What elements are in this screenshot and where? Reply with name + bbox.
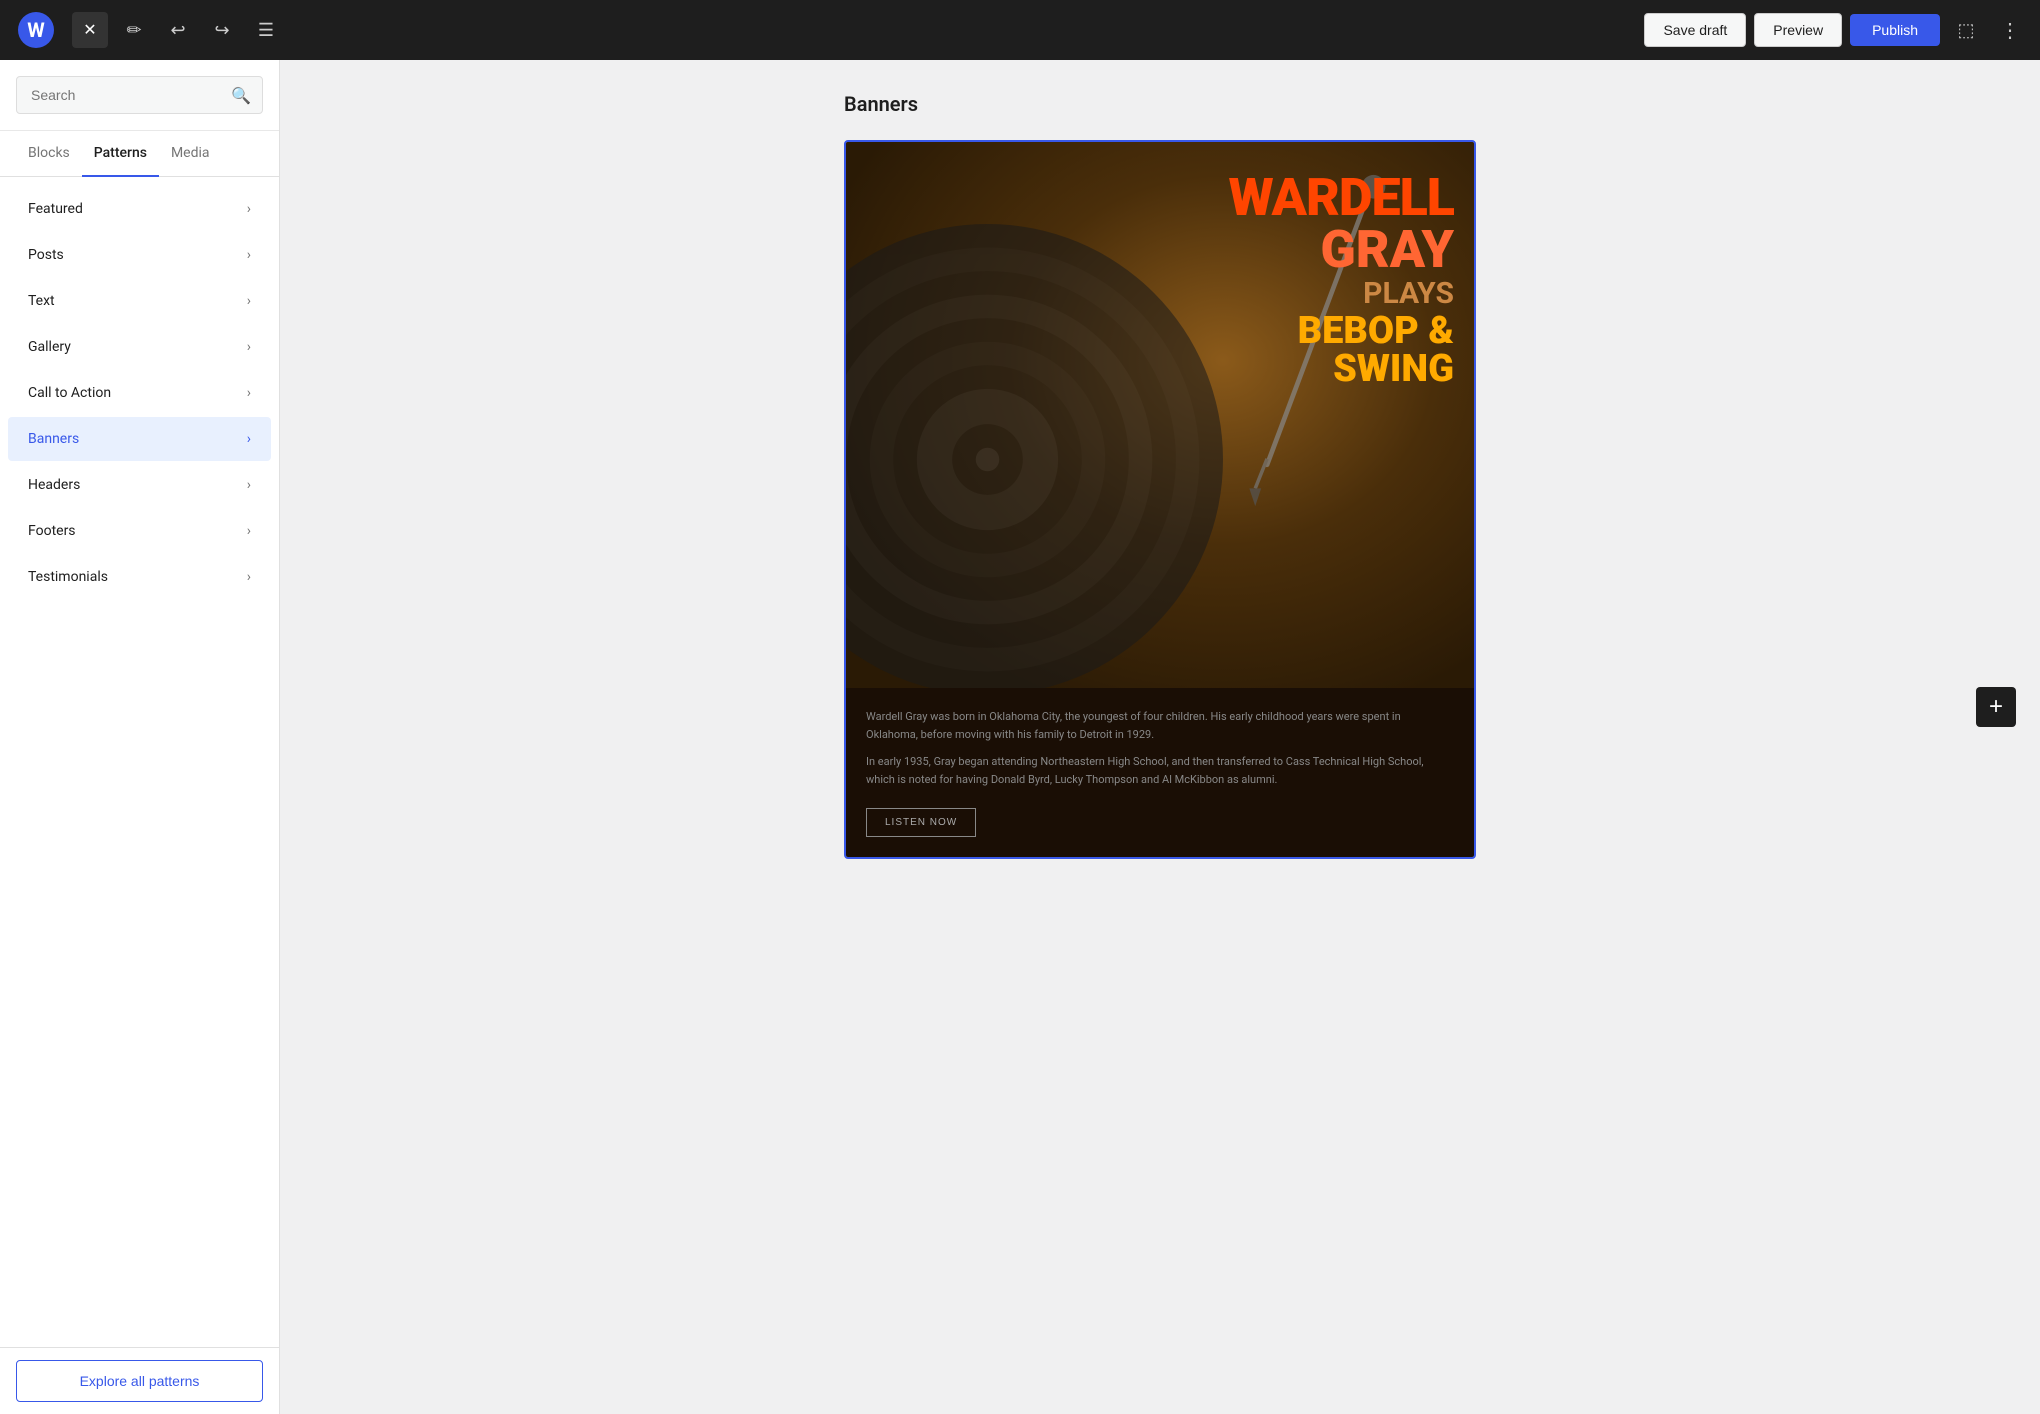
sidebar-item-headers[interactable]: Headers › <box>8 463 271 507</box>
chevron-right-icon: › <box>247 339 251 355</box>
banner-card[interactable]: WARDELL GRAY PLAYS BEBOP & SWING Wardell… <box>844 140 1476 859</box>
chevron-right-icon: › <box>247 293 251 309</box>
chevron-right-icon: › <box>247 523 251 539</box>
search-bar-area: 🔍 <box>0 60 279 131</box>
tab-media[interactable]: Media <box>159 131 222 177</box>
edit-tool-button[interactable]: ✏ <box>116 12 152 48</box>
page-title: Banners <box>844 92 1476 116</box>
sidebar-toggle-icon: ⬚ <box>1957 20 1974 41</box>
sidebar-item-banners[interactable]: Banners › <box>8 417 271 461</box>
banner-text-overlay: WARDELL GRAY PLAYS BEBOP & SWING <box>846 142 1474 408</box>
swing-text: SWING <box>866 350 1454 388</box>
search-input[interactable] <box>16 76 263 114</box>
bebop-text: BEBOP & <box>866 312 1454 350</box>
chevron-right-icon: › <box>247 201 251 217</box>
plus-icon: + <box>1989 693 2003 721</box>
sidebar-item-footers[interactable]: Footers › <box>8 509 271 553</box>
tab-blocks[interactable]: Blocks <box>16 131 82 177</box>
save-draft-button[interactable]: Save draft <box>1644 13 1746 47</box>
undo-icon: ↩ <box>170 20 185 41</box>
chevron-right-icon: › <box>247 569 251 585</box>
banner-description-para1: Wardell Gray was born in Oklahoma City, … <box>866 708 1454 743</box>
explore-patterns-area: Explore all patterns <box>0 1347 279 1414</box>
banner-image-area: WARDELL GRAY PLAYS BEBOP & SWING <box>846 142 1474 688</box>
close-button[interactable]: ✕ <box>72 12 108 48</box>
sidebar-item-gallery[interactable]: Gallery › <box>8 325 271 369</box>
banner-text-content: Wardell Gray was born in Oklahoma City, … <box>846 688 1474 857</box>
sidebar-item-testimonials[interactable]: Testimonials › <box>8 555 271 599</box>
chevron-right-icon: › <box>247 385 251 401</box>
main-layout: 🔍 Blocks Patterns Media Featured › Posts <box>0 60 2040 1414</box>
left-sidebar: 🔍 Blocks Patterns Media Featured › Posts <box>0 60 280 1414</box>
undo-button[interactable]: ↩ <box>160 12 196 48</box>
sidebar-toggle-button[interactable]: ⬚ <box>1948 12 1984 48</box>
tab-patterns[interactable]: Patterns <box>82 131 159 177</box>
sidebar-item-featured[interactable]: Featured › <box>8 187 271 231</box>
list-view-icon: ☰ <box>258 20 274 41</box>
close-icon: ✕ <box>83 20 96 40</box>
preview-button[interactable]: Preview <box>1754 13 1842 47</box>
sidebar-item-text[interactable]: Text › <box>8 279 271 323</box>
add-block-button[interactable]: + <box>1976 687 2016 727</box>
pencil-icon: ✏ <box>126 20 141 41</box>
chevron-right-icon: › <box>247 431 251 447</box>
sidebar-item-call-to-action[interactable]: Call to Action › <box>8 371 271 415</box>
wp-logo-area: W <box>12 0 60 60</box>
toolbar: W ✕ ✏ ↩ ↪ ☰ Save draft Preview Publish ⬚… <box>0 0 2040 60</box>
content-inner: Banners <box>820 60 1500 1414</box>
chevron-right-icon: › <box>247 477 251 493</box>
search-input-wrap: 🔍 <box>16 76 263 114</box>
publish-button[interactable]: Publish <box>1850 14 1940 46</box>
more-options-button[interactable]: ⋮ <box>1992 12 2028 48</box>
more-options-icon: ⋮ <box>2000 18 2020 43</box>
sidebar-item-posts[interactable]: Posts › <box>8 233 271 277</box>
tabs-bar: Blocks Patterns Media <box>0 131 279 177</box>
toolbar-right-actions: Save draft Preview Publish ⬚ ⋮ <box>1644 12 2028 48</box>
plays-text: PLAYS <box>866 276 1454 312</box>
chevron-right-icon: › <box>247 247 251 263</box>
explore-all-patterns-button[interactable]: Explore all patterns <box>16 1360 263 1402</box>
wp-logo-icon: W <box>18 12 54 48</box>
redo-icon: ↪ <box>214 20 229 41</box>
band-name-line1: WARDELL <box>866 172 1454 224</box>
banner-description-para2: In early 1935, Gray began attending Nort… <box>866 753 1454 788</box>
list-view-button[interactable]: ☰ <box>248 12 284 48</box>
category-list: Featured › Posts › Text › Gallery › Call… <box>0 177 279 1347</box>
redo-button[interactable]: ↪ <box>204 12 240 48</box>
search-icon: 🔍 <box>231 86 251 105</box>
listen-now-button[interactable]: LISTEN NOW <box>866 808 976 837</box>
content-area: Banners <box>280 60 2040 1414</box>
band-name-line2: GRAY <box>866 224 1454 276</box>
